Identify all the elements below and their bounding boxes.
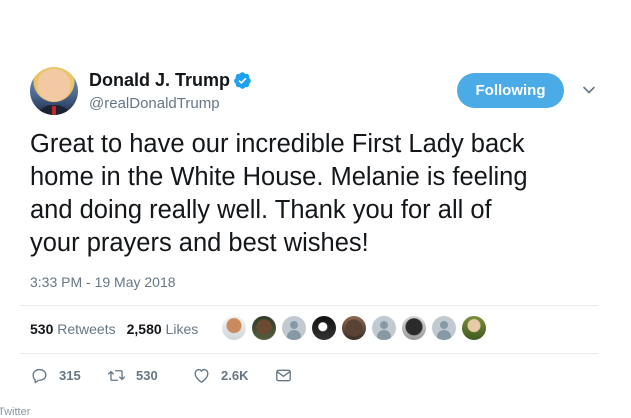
author-display-name[interactable]: Donald J. Trump bbox=[89, 70, 230, 91]
likes-stat-count: 2,580 bbox=[126, 321, 162, 337]
tweet-line: and doing really well. Thank you for all… bbox=[30, 196, 492, 224]
like-button[interactable]: 2.6K bbox=[192, 366, 248, 385]
tweet-text: Great to have our incredible First Lady … bbox=[30, 128, 600, 260]
chevron-down-icon[interactable] bbox=[582, 83, 596, 97]
retweet-button[interactable]: 530 bbox=[107, 366, 158, 385]
likes-stat-label: Likes bbox=[165, 321, 199, 337]
source-label: Twitter bbox=[0, 406, 31, 418]
liker-avatar[interactable] bbox=[282, 316, 306, 340]
liker-avatar[interactable] bbox=[402, 316, 426, 340]
reply-count: 315 bbox=[59, 368, 81, 383]
liker-avatar[interactable] bbox=[372, 316, 396, 340]
retweets-stat[interactable]: 530 Retweets bbox=[30, 321, 116, 337]
tweet-line: Great to have our incredible First Lady … bbox=[30, 130, 525, 158]
retweet-count: 530 bbox=[136, 368, 158, 383]
tweet-line: your prayers and best wishes! bbox=[30, 229, 369, 257]
retweets-stat-count: 530 bbox=[30, 321, 54, 337]
tweet-timestamp[interactable]: 3:33 PM - 19 May 2018 bbox=[30, 274, 176, 290]
author-handle[interactable]: @realDonaldTrump bbox=[89, 95, 220, 112]
direct-message-button[interactable] bbox=[274, 366, 293, 385]
direct-message-icon bbox=[276, 369, 291, 382]
liker-avatar[interactable] bbox=[222, 316, 246, 340]
liker-avatar[interactable] bbox=[312, 316, 336, 340]
liker-avatar[interactable] bbox=[432, 316, 456, 340]
like-icon bbox=[194, 368, 209, 383]
liker-avatar[interactable] bbox=[462, 316, 486, 340]
engagement-stats: 530 Retweets 2,580 Likes bbox=[30, 321, 198, 337]
author-avatar[interactable] bbox=[30, 67, 78, 115]
reply-icon bbox=[32, 368, 47, 384]
liker-avatars bbox=[222, 316, 486, 342]
retweets-stat-label: Retweets bbox=[57, 321, 116, 337]
avatar-tie bbox=[52, 106, 56, 115]
divider bbox=[20, 305, 598, 306]
like-count: 2.6K bbox=[221, 368, 249, 383]
liker-avatar[interactable] bbox=[252, 316, 276, 340]
retweet-icon bbox=[107, 370, 126, 381]
likes-stat[interactable]: 2,580 Likes bbox=[127, 321, 199, 337]
liker-avatar[interactable] bbox=[342, 316, 366, 340]
tweet-line: home in the White House. Melanie is feel… bbox=[30, 163, 528, 191]
following-button[interactable]: Following bbox=[457, 73, 564, 108]
reply-button[interactable]: 315 bbox=[30, 366, 81, 385]
verified-badge-icon bbox=[234, 72, 251, 89]
divider bbox=[20, 353, 598, 354]
